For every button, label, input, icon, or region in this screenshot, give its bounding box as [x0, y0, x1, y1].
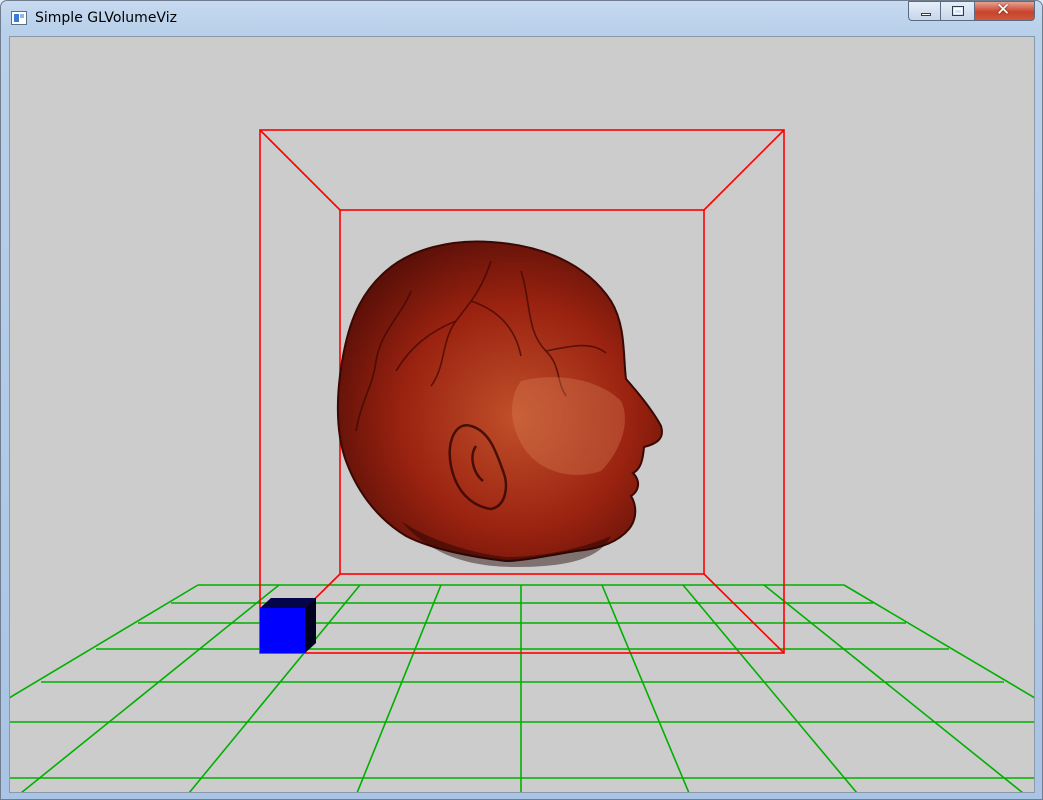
volume-rendering-head — [336, 240, 663, 567]
minimize-button[interactable] — [908, 1, 941, 21]
cube-front — [260, 608, 305, 653]
bounding-box-edge — [259, 129, 341, 211]
ground-grid — [10, 584, 1034, 792]
maximize-icon — [952, 6, 964, 16]
scene-canvas — [10, 129, 1034, 792]
grid-line — [601, 584, 690, 792]
close-button[interactable]: ✕ — [975, 0, 1035, 21]
grid-line — [682, 584, 858, 792]
close-icon: ✕ — [996, 0, 1011, 20]
maximize-button[interactable] — [941, 1, 975, 21]
window-title: Simple GLVolumeViz — [35, 10, 177, 26]
app-window-icon[interactable] — [11, 11, 27, 25]
grid-line — [356, 584, 442, 792]
grid-line — [763, 584, 1024, 792]
bounding-box-edge — [703, 573, 785, 654]
blue-cube — [260, 598, 316, 653]
grid-line — [10, 584, 199, 699]
bounding-box-edge — [703, 129, 785, 211]
grid-line — [20, 584, 280, 792]
app-window: Simple GLVolumeViz ✕ — [0, 0, 1043, 800]
grid-line — [843, 584, 1034, 699]
title-bar[interactable]: Simple GLVolumeViz ✕ — [1, 0, 1042, 35]
minimize-icon — [921, 13, 931, 16]
gl-viewport[interactable] — [9, 36, 1035, 793]
